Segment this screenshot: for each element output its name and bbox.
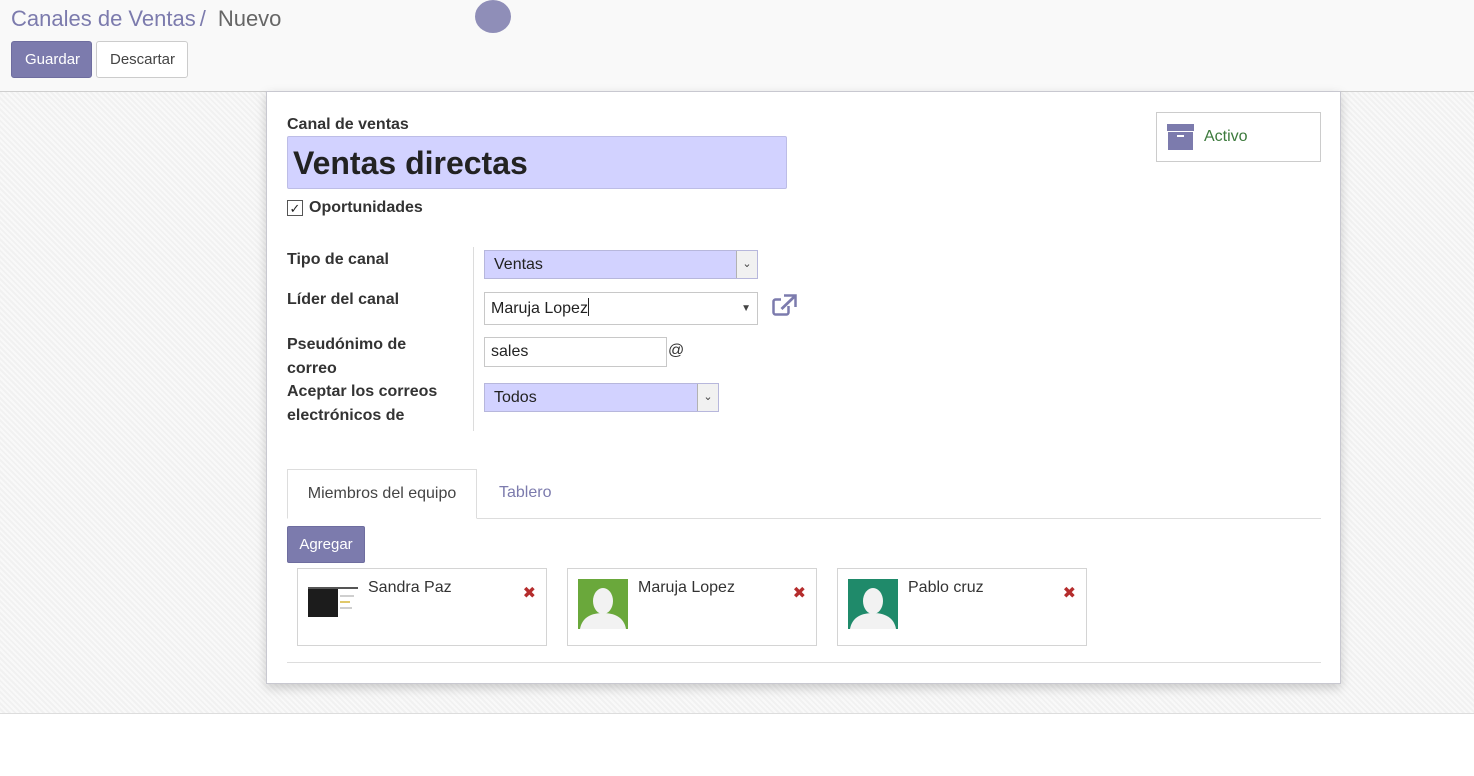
tab-dashboard[interactable]: Tablero — [481, 469, 569, 519]
notebook-tabs: Miembros del equipo Tablero — [287, 469, 1321, 519]
opportunities-label: Oportunidades — [309, 199, 423, 216]
opportunities-checkbox-row[interactable]: ✓ Oportunidades — [287, 199, 423, 217]
member-card[interactable]: Pablo cruz ✖ — [837, 568, 1087, 646]
alias-domain-suffix: @ — [668, 342, 685, 359]
breadcrumb-current: Nuevo — [217, 6, 282, 31]
member-name: Pablo cruz — [908, 579, 984, 596]
accept-emails-label: Aceptar los correos electrónicos de — [287, 383, 438, 424]
person-silhouette-icon — [848, 579, 898, 629]
chevron-down-icon: ⌄ — [736, 251, 757, 278]
archive-icon — [1167, 124, 1194, 150]
team-type-select[interactable]: Ventas ⌄ — [484, 250, 758, 279]
form-sheet: Canal de ventas Ventas directas ✓ Oportu… — [266, 91, 1341, 684]
leader-value: Maruja Lopez — [491, 300, 588, 317]
leader-label: Líder del canal — [287, 291, 400, 308]
breadcrumb-parent-link[interactable]: Canales de Ventas — [11, 6, 196, 31]
avatar — [848, 579, 898, 629]
team-type-label: Tipo de canal — [287, 251, 389, 268]
delete-icon[interactable]: ✖ — [1063, 583, 1076, 603]
member-card[interactable]: Maruja Lopez ✖ — [567, 568, 817, 646]
team-type-value: Ventas — [494, 256, 543, 273]
chevron-down-icon: ⌄ — [697, 384, 718, 411]
screenshot-thumbnail-icon — [308, 587, 358, 621]
add-member-button[interactable]: Agregar — [287, 526, 365, 563]
delete-icon[interactable]: ✖ — [793, 583, 806, 603]
member-card[interactable]: Sandra Paz ✖ — [297, 568, 547, 646]
opportunities-checkbox[interactable]: ✓ — [287, 200, 303, 216]
control-panel: Canales de Ventas / Nuevo Guardar Descarta… — [0, 0, 1474, 92]
save-button[interactable]: Guardar — [11, 41, 92, 78]
member-name: Sandra Paz — [368, 579, 452, 596]
active-label: Activo — [1204, 128, 1248, 145]
loading-indicator — [475, 0, 511, 33]
accept-emails-select[interactable]: Todos ⌄ — [484, 383, 719, 412]
member-name: Maruja Lopez — [638, 579, 735, 596]
group-divider — [473, 247, 474, 431]
caret-down-icon[interactable]: ▼ — [741, 293, 751, 324]
person-silhouette-icon — [578, 579, 628, 629]
tab-team-members[interactable]: Miembros del equipo — [287, 469, 477, 519]
breadcrumb: Canales de Ventas / Nuevo — [11, 6, 281, 32]
alias-label: Pseudónimo de correo — [287, 336, 407, 377]
alias-field[interactable]: sales — [484, 337, 667, 367]
leader-field[interactable]: Maruja Lopez ▼ — [484, 292, 758, 325]
delete-icon[interactable]: ✖ — [523, 583, 536, 603]
name-field[interactable]: Ventas directas — [287, 136, 787, 189]
avatar — [578, 579, 628, 629]
active-toggle-button[interactable]: Activo — [1156, 112, 1321, 162]
avatar — [308, 579, 358, 629]
discard-button[interactable]: Descartar — [96, 41, 188, 78]
breadcrumb-separator: / — [199, 6, 206, 31]
form-view: Canal de ventas Ventas directas ✓ Oportu… — [0, 91, 1474, 714]
accept-emails-value: Todos — [494, 389, 537, 406]
external-link-icon[interactable] — [772, 294, 797, 321]
section-divider — [287, 662, 1321, 663]
name-label: Canal de ventas — [287, 116, 409, 133]
